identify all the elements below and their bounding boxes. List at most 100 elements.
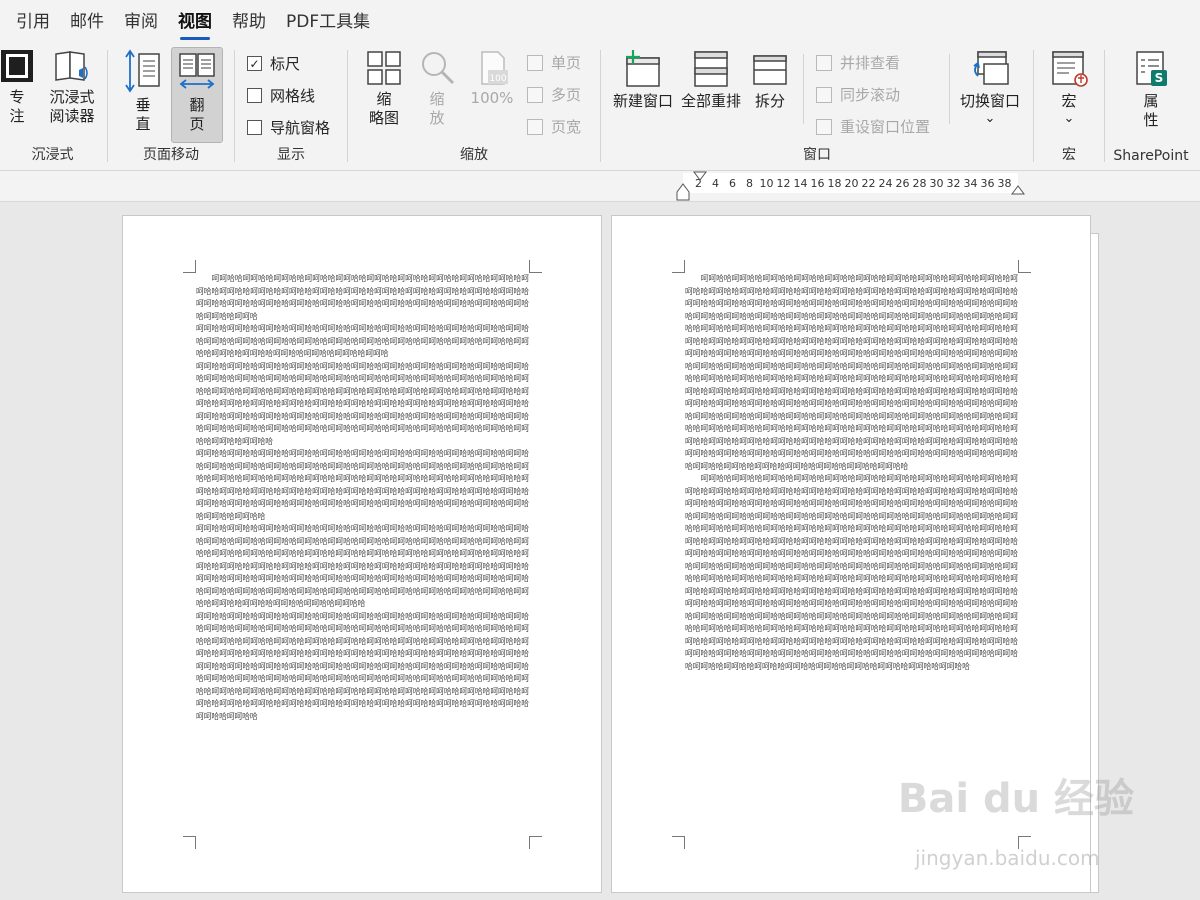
properties-label-1: 属 bbox=[1143, 92, 1159, 110]
navigation-pane-checkbox-box[interactable] bbox=[247, 120, 262, 135]
split-label: 拆分 bbox=[754, 92, 785, 110]
zoom-button[interactable]: 缩 放 bbox=[415, 48, 459, 128]
macros-button[interactable]: 宏 ⌄ bbox=[1045, 48, 1093, 128]
page-1-body: 呵呵哈哈呵呵哈哈呵呵哈哈呵呵哈哈呵呵哈哈呵呵哈哈呵呵哈哈呵呵哈哈呵呵哈哈呵呵哈哈… bbox=[196, 273, 529, 833]
immersive-reader-label-2: 阅读器 bbox=[49, 107, 95, 125]
page-2-body: 呵呵哈哈呵呵哈哈呵呵哈哈呵呵哈哈呵呵哈哈呵呵哈哈呵呵哈哈呵呵哈哈呵呵哈哈呵呵哈哈… bbox=[685, 273, 1018, 833]
group-label-macros: 宏 bbox=[1062, 147, 1076, 163]
paragraph: 呵呵哈哈呵呵哈哈呵呵哈哈呵呵哈哈呵呵哈哈呵呵哈哈呵呵哈哈呵呵哈哈呵呵哈哈呵呵哈哈… bbox=[196, 524, 529, 608]
margin-corner-mark bbox=[672, 260, 685, 273]
paragraph: 呵呵哈哈呵呵哈哈呵呵哈哈呵呵哈哈呵呵哈哈呵呵哈哈呵呵哈哈呵呵哈哈呵呵哈哈呵呵哈哈… bbox=[196, 611, 529, 721]
group-window: 新建窗口 全部重排 拆分 并排查看 同步滚动 重设窗口位置 切换窗口 ⌄ 窗口 bbox=[602, 44, 1032, 170]
reset-window-position-label: 重设窗口位置 bbox=[840, 118, 931, 136]
vertical-label-1: 垂 bbox=[135, 96, 151, 114]
reset-window-position-button[interactable]: 重设窗口位置 bbox=[816, 116, 930, 137]
divider bbox=[107, 50, 108, 162]
split-icon bbox=[753, 55, 787, 85]
new-window-icon bbox=[626, 50, 660, 87]
first-line-indent-marker[interactable] bbox=[693, 171, 707, 181]
flip-page-label-1: 翻 bbox=[189, 96, 205, 114]
thumbnails-icon bbox=[367, 51, 401, 85]
baidu-watermark: Bai du 经验 bbox=[897, 776, 1134, 822]
margin-corner-mark bbox=[1018, 260, 1031, 273]
immersive-reader-button[interactable]: 沉浸式 阅读器 bbox=[44, 48, 100, 126]
tab-mailings[interactable]: 邮件 bbox=[60, 0, 114, 44]
focus-label-1: 专 bbox=[9, 88, 25, 106]
group-zoom: 缩 略图 缩 放 100 100% 单页 多页 页宽 缩放 bbox=[349, 44, 599, 170]
navigation-pane-checkbox[interactable]: 导航窗格 bbox=[247, 117, 330, 138]
view-side-by-side-button[interactable]: 并排查看 bbox=[816, 52, 900, 73]
vertical-button[interactable]: 垂 直 bbox=[118, 48, 168, 134]
properties-button[interactable]: S 属 性 bbox=[1127, 48, 1175, 130]
left-indent-marker[interactable] bbox=[676, 183, 690, 201]
margin-corner-mark bbox=[529, 260, 542, 273]
tab-references[interactable]: 引用 bbox=[0, 0, 60, 44]
page-width-label: 页宽 bbox=[551, 118, 582, 136]
arrange-all-button[interactable]: 全部重排 bbox=[678, 48, 744, 111]
margin-corner-mark bbox=[183, 260, 196, 273]
group-macros: 宏 ⌄ 宏 bbox=[1035, 44, 1103, 170]
svg-text:S: S bbox=[1155, 71, 1164, 85]
thumbnails-label-1: 缩 bbox=[376, 90, 392, 108]
sync-scroll-icon bbox=[816, 86, 832, 103]
one-page-button[interactable]: 单页 bbox=[527, 52, 581, 73]
group-label-show: 显示 bbox=[277, 147, 305, 163]
group-sharepoint: S 属 性 SharePoint bbox=[1105, 44, 1197, 170]
ruler-checkbox-box[interactable]: ✓ bbox=[247, 56, 262, 71]
flip-page-button[interactable]: 翻 页 bbox=[171, 47, 223, 143]
divider bbox=[803, 54, 804, 124]
page-width-icon bbox=[527, 118, 543, 135]
sync-scroll-button[interactable]: 同步滚动 bbox=[816, 84, 900, 105]
margin-corner-mark bbox=[529, 836, 542, 849]
focus-button[interactable]: 专 注 bbox=[0, 48, 34, 126]
paragraph: 呵呵哈哈呵呵哈哈呵呵哈哈呵呵哈哈呵呵哈哈呵呵哈哈呵呵哈哈呵呵哈哈呵呵哈哈呵呵哈哈… bbox=[196, 449, 529, 521]
thumbnails-button[interactable]: 缩 略图 bbox=[361, 48, 407, 128]
properties-label-2: 性 bbox=[1143, 111, 1159, 129]
tab-help[interactable]: 帮助 bbox=[222, 0, 276, 44]
new-window-label: 新建窗口 bbox=[612, 92, 673, 110]
one-page-icon bbox=[527, 54, 543, 71]
tab-review[interactable]: 审阅 bbox=[114, 0, 168, 44]
chevron-down-icon: ⌄ bbox=[984, 111, 996, 126]
tab-view[interactable]: 视图 bbox=[168, 0, 222, 44]
group-label-sharepoint: SharePoint bbox=[1113, 148, 1189, 164]
ribbon: 专 注 沉浸式 阅读器 沉浸式 垂 直 翻 页 页面移动 ✓ 标尺 网格线 导航… bbox=[0, 44, 1200, 171]
group-immersive: 专 注 沉浸式 阅读器 沉浸式 bbox=[0, 44, 105, 170]
flip-page-label-2: 页 bbox=[189, 115, 205, 133]
multiple-pages-button[interactable]: 多页 bbox=[527, 84, 581, 105]
divider bbox=[949, 54, 950, 124]
group-show: ✓ 标尺 网格线 导航窗格 显示 bbox=[236, 44, 346, 170]
gridlines-checkbox[interactable]: 网格线 bbox=[247, 85, 315, 106]
ruler-checkbox[interactable]: ✓ 标尺 bbox=[247, 53, 300, 74]
ruler-indent-markers[interactable] bbox=[676, 170, 1026, 202]
right-indent-marker[interactable] bbox=[1011, 185, 1025, 195]
focus-label-2: 注 bbox=[9, 107, 25, 125]
zoom-label-2: 放 bbox=[429, 109, 445, 127]
chevron-down-icon: ⌄ bbox=[1063, 111, 1075, 126]
focus-icon bbox=[1, 50, 33, 82]
page-width-button[interactable]: 页宽 bbox=[527, 116, 581, 137]
tab-pdf-tools[interactable]: PDF工具集 bbox=[276, 0, 380, 44]
sharepoint-properties-icon: S bbox=[1136, 51, 1167, 86]
zoom-100-label: 100% bbox=[470, 89, 514, 107]
sync-scroll-label: 同步滚动 bbox=[840, 86, 901, 104]
zoom-100-button[interactable]: 100 100% bbox=[467, 48, 517, 108]
switch-windows-button[interactable]: 切换窗口 ⌄ bbox=[957, 48, 1023, 128]
divider bbox=[1033, 50, 1034, 162]
paragraph: 呵呵哈哈呵呵哈哈呵呵哈哈呵呵哈哈呵呵哈哈呵呵哈哈呵呵哈哈呵呵哈哈呵呵哈哈呵呵哈哈… bbox=[196, 274, 529, 321]
group-label-page-movement: 页面移动 bbox=[143, 147, 199, 163]
zoom-100-icon: 100 bbox=[481, 51, 508, 85]
ruler-label: 标尺 bbox=[270, 55, 301, 73]
document-page-1[interactable]: 呵呵哈哈呵呵哈哈呵呵哈哈呵呵哈哈呵呵哈哈呵呵哈哈呵呵哈哈呵呵哈哈呵呵哈哈呵呵哈哈… bbox=[122, 215, 602, 893]
new-window-button[interactable]: 新建窗口 bbox=[610, 48, 676, 111]
margin-corner-mark bbox=[183, 836, 196, 849]
macros-icon bbox=[1052, 51, 1088, 87]
paragraph: 呵呵哈哈呵呵哈哈呵呵哈哈呵呵哈哈呵呵哈哈呵呵哈哈呵呵哈哈呵呵哈哈呵呵哈哈呵呵哈哈… bbox=[196, 361, 529, 446]
divider bbox=[600, 50, 601, 162]
magnifier-icon bbox=[422, 52, 455, 85]
vertical-label-2: 直 bbox=[135, 115, 151, 133]
paragraph: 呵呵哈哈呵呵哈哈呵呵哈哈呵呵哈哈呵呵哈哈呵呵哈哈呵呵哈哈呵呵哈哈呵呵哈哈呵呵哈哈… bbox=[685, 274, 1018, 471]
split-button[interactable]: 拆分 bbox=[748, 48, 792, 111]
group-label-window: 窗口 bbox=[803, 147, 831, 163]
gridlines-checkbox-box[interactable] bbox=[247, 88, 262, 103]
